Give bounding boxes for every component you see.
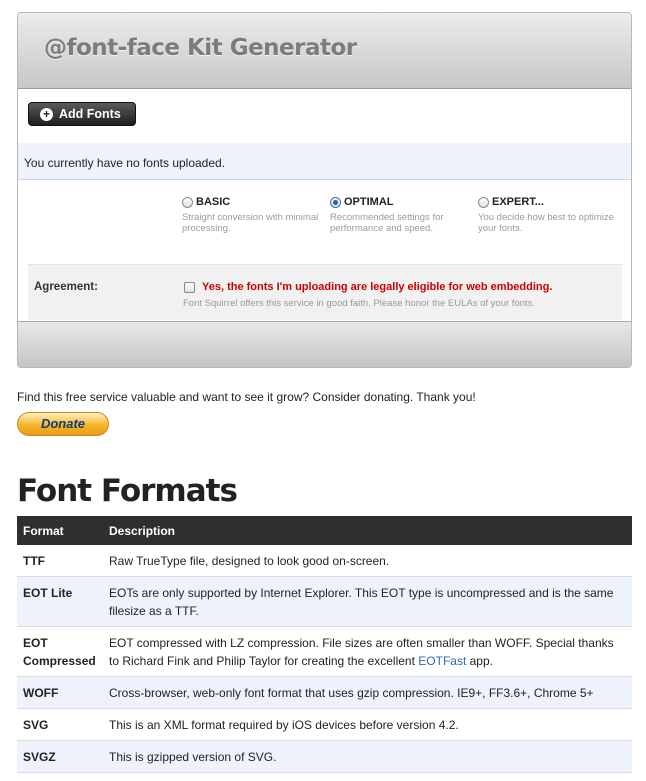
- option-optimal-description: Recommended settings for performance and…: [330, 212, 444, 234]
- panel-header: @font-face Kit Generator: [18, 13, 631, 89]
- agreement-label: Agreement:: [34, 281, 98, 293]
- description-text-end: app.: [466, 654, 493, 668]
- agreement-checkbox-text[interactable]: Yes, the fonts I'm uploading are legally…: [202, 281, 552, 293]
- agreement-row: Agreement: Yes, the fonts I'm uploading …: [28, 264, 622, 320]
- table-header-row: Format Description: [17, 516, 632, 545]
- option-basic[interactable]: BASIC Straight conversion with minimal p…: [182, 196, 322, 234]
- option-optimal-label: OPTIMAL: [344, 196, 394, 208]
- radio-expert[interactable]: [478, 196, 489, 208]
- option-optimal[interactable]: OPTIMAL Recommended settings for perform…: [330, 196, 470, 234]
- eotfast-link[interactable]: EOTFast: [418, 654, 466, 668]
- table-row: WOFF Cross-browser, web-only font format…: [17, 676, 632, 709]
- format-cell: WOFF: [17, 676, 103, 709]
- option-expert[interactable]: EXPERT... You decide how best to optimiz…: [478, 196, 618, 234]
- format-cell: TTF: [17, 545, 103, 577]
- upload-status-row: You currently have no fonts uploaded.: [18, 143, 631, 180]
- option-expert-description: You decide how best to optimize your fon…: [478, 212, 614, 234]
- format-cell: EOT Compressed: [17, 626, 103, 677]
- description-cell: EOTs are only supported by Internet Expl…: [103, 576, 632, 627]
- description-cell: This is an XML format required by iOS de…: [103, 708, 632, 741]
- column-header-description: Description: [103, 516, 632, 545]
- processing-options: BASIC Straight conversion with minimal p…: [18, 180, 631, 250]
- font-formats-table: Format Description TTF Raw TrueType file…: [17, 516, 632, 773]
- description-cell: Raw TrueType file, designed to look good…: [103, 545, 632, 577]
- font-kit-panel: @font-face Kit Generator + Add Fonts You…: [17, 12, 632, 368]
- table-row: EOT Compressed EOT compressed with LZ co…: [17, 626, 632, 677]
- format-cell: SVG: [17, 708, 103, 741]
- description-text: EOT compressed with LZ compression. File…: [109, 636, 614, 668]
- description-cell: EOT compressed with LZ compression. File…: [103, 626, 632, 677]
- agreement-checkbox[interactable]: [184, 282, 195, 293]
- add-fonts-label: Add Fonts: [59, 107, 121, 121]
- column-header-format: Format: [17, 516, 103, 545]
- option-basic-description: Straight conversion with minimal process…: [182, 212, 319, 234]
- plus-circle-icon: +: [40, 107, 53, 121]
- upload-status-text: You currently have no fonts uploaded.: [24, 156, 226, 170]
- radio-basic[interactable]: [182, 196, 193, 208]
- description-cell: Cross-browser, web-only font format that…: [103, 676, 632, 709]
- table-row: SVGZ This is gzipped version of SVG.: [17, 740, 632, 773]
- table-row: SVG This is an XML format required by iO…: [17, 708, 632, 741]
- description-cell: This is gzipped version of SVG.: [103, 740, 632, 773]
- panel-title: @font-face Kit Generator: [44, 35, 357, 61]
- option-basic-label: BASIC: [196, 196, 231, 208]
- add-fonts-button[interactable]: + Add Fonts: [28, 102, 136, 126]
- format-cell: EOT Lite: [17, 576, 103, 627]
- panel-footer: [18, 321, 631, 367]
- font-formats-title: Font Formats: [17, 473, 238, 509]
- option-expert-label: EXPERT...: [492, 196, 544, 208]
- radio-optimal[interactable]: [330, 196, 341, 208]
- donate-button[interactable]: Donate: [17, 412, 109, 436]
- donate-message: Find this free service valuable and want…: [17, 390, 476, 404]
- table-row: TTF Raw TrueType file, designed to look …: [17, 545, 632, 577]
- table-row: EOT Lite EOTs are only supported by Inte…: [17, 576, 632, 627]
- agreement-note: Font Squirrel offers this service in goo…: [183, 298, 536, 309]
- format-cell: SVGZ: [17, 740, 103, 773]
